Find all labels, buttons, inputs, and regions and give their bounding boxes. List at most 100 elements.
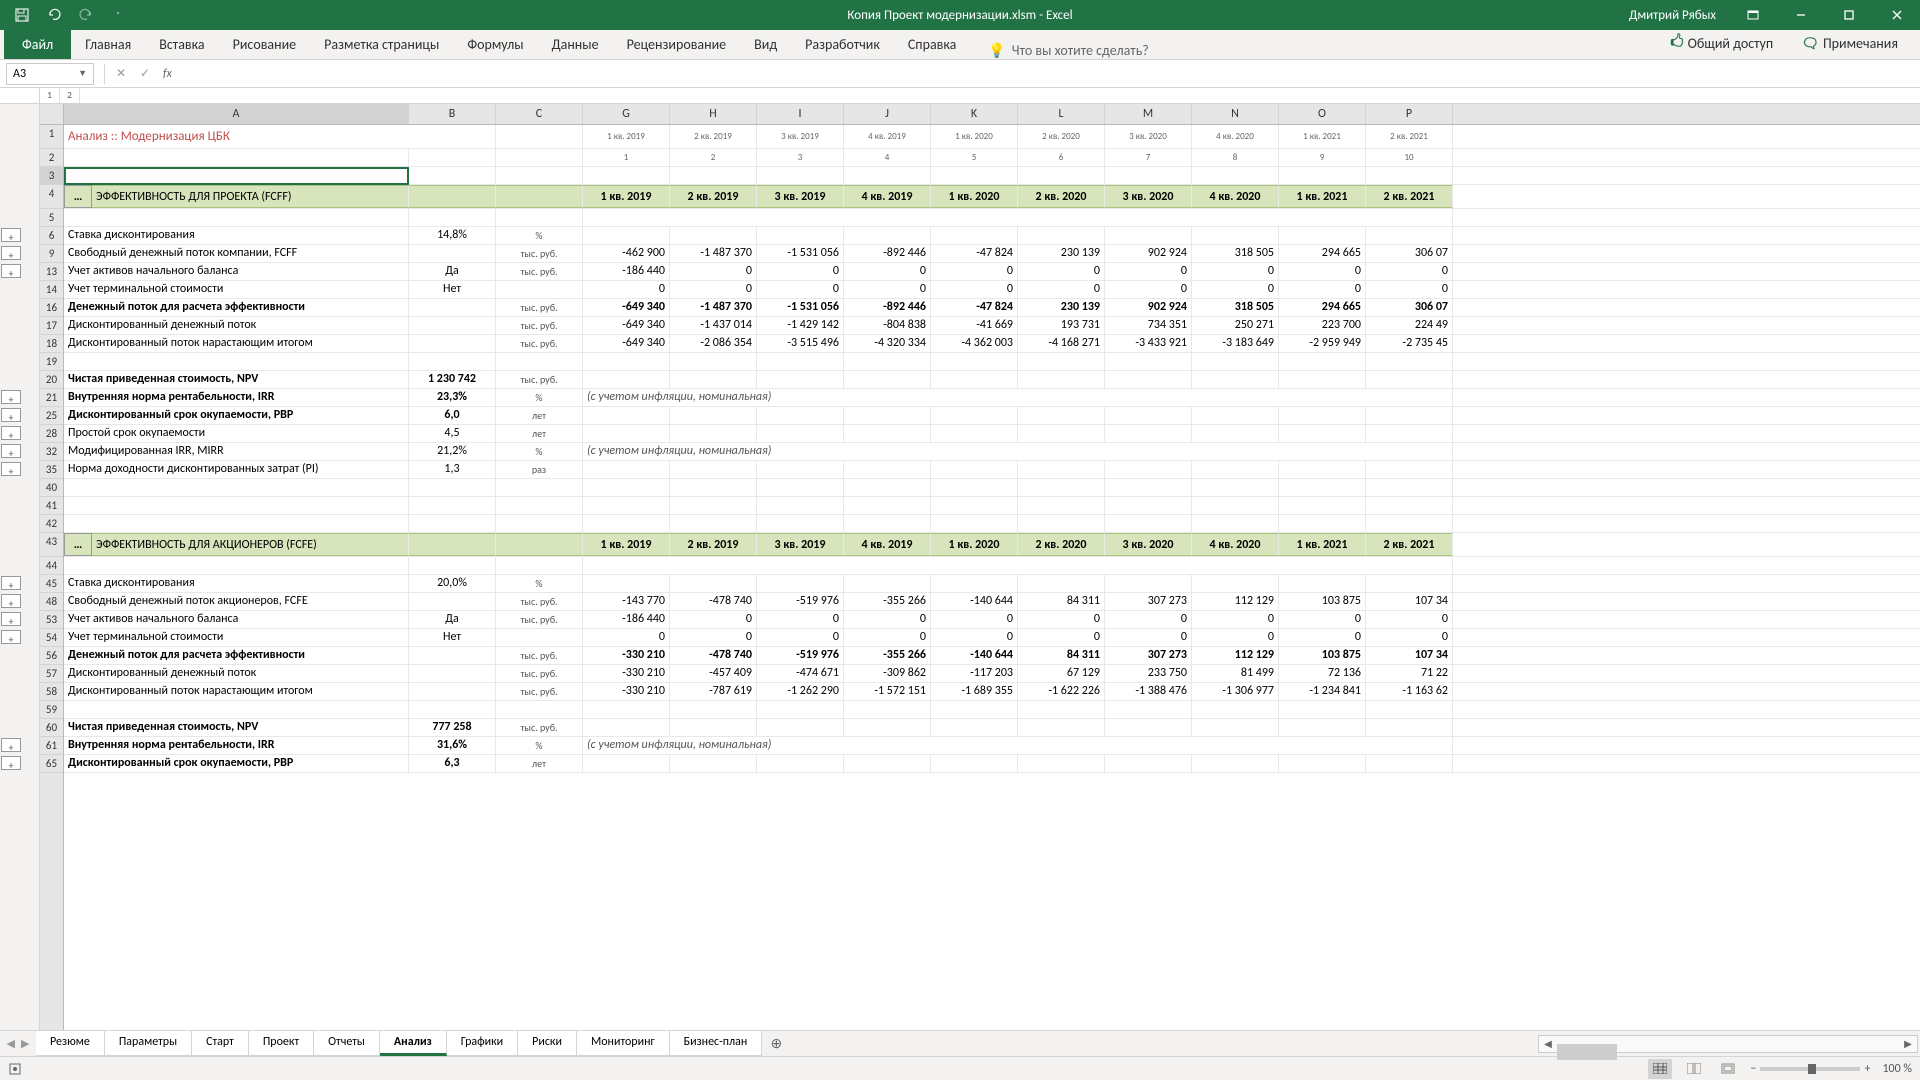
- cell[interactable]: [1192, 227, 1279, 244]
- cell-unit[interactable]: тыс. руб.: [496, 611, 583, 628]
- col-header-O[interactable]: O: [1279, 104, 1366, 124]
- doc-title[interactable]: Анализ :: Модернизация ЦБК: [64, 125, 409, 148]
- cell-note[interactable]: (с учетом инфляции, номинальная): [583, 443, 1453, 460]
- cell[interactable]: [1279, 425, 1366, 442]
- cell-data[interactable]: -3 515 496: [757, 335, 844, 352]
- row-header[interactable]: 43: [40, 533, 63, 557]
- period-number[interactable]: 9: [1279, 149, 1366, 166]
- cell-data[interactable]: 307 273: [1105, 593, 1192, 610]
- cell-data[interactable]: -1 163 62: [1366, 683, 1453, 700]
- col-header-N[interactable]: N: [1192, 104, 1279, 124]
- cell-label[interactable]: Норма доходности дисконтированных затрат…: [64, 461, 409, 478]
- period-header[interactable]: 3 кв. 2020: [1105, 125, 1192, 148]
- cell[interactable]: [583, 557, 1453, 574]
- cell[interactable]: [583, 371, 670, 388]
- cell-data[interactable]: -330 210: [583, 683, 670, 700]
- cell[interactable]: [844, 461, 931, 478]
- section-title[interactable]: ЭФФЕКТИВНОСТЬ ДЛЯ ПРОЕКТА (FCFF): [92, 185, 409, 208]
- cell-label[interactable]: Учет активов начального баланса: [64, 611, 409, 628]
- cell-data[interactable]: 103 875: [1279, 647, 1366, 664]
- cell[interactable]: [757, 371, 844, 388]
- cell-data[interactable]: -787 619: [670, 683, 757, 700]
- cell-data[interactable]: -474 671: [757, 665, 844, 682]
- section-period[interactable]: 1 кв. 2020: [931, 185, 1018, 208]
- cell-data[interactable]: 0: [1018, 263, 1105, 280]
- cell-data[interactable]: 112 129: [1192, 593, 1279, 610]
- cell[interactable]: [64, 209, 409, 226]
- cell[interactable]: [583, 497, 670, 514]
- period-number[interactable]: 7: [1105, 149, 1192, 166]
- cell-data[interactable]: 67 129: [1018, 665, 1105, 682]
- cell[interactable]: [1366, 497, 1453, 514]
- view-page-layout-button[interactable]: [1682, 1059, 1706, 1079]
- row-header[interactable]: 45: [40, 575, 63, 593]
- cell-data[interactable]: 84 311: [1018, 593, 1105, 610]
- cell-unit[interactable]: тыс. руб.: [496, 683, 583, 700]
- tell-me-search[interactable]: 💡 Что вы хотите сделать?: [988, 42, 1148, 59]
- cell-data[interactable]: 0: [1366, 629, 1453, 646]
- cell[interactable]: [583, 515, 670, 532]
- outline-expand[interactable]: +: [1, 426, 21, 440]
- cell-data[interactable]: 112 129: [1192, 647, 1279, 664]
- outline-expand[interactable]: +: [1, 390, 21, 404]
- redo-button[interactable]: [72, 1, 100, 29]
- cell-data[interactable]: 0: [1192, 281, 1279, 298]
- section-title[interactable]: ЭФФЕКТИВНОСТЬ ДЛЯ АКЦИОНЕРОВ (FCFE): [92, 533, 409, 556]
- cell-data[interactable]: 107 34: [1366, 647, 1453, 664]
- cell[interactable]: [1279, 701, 1366, 718]
- cell[interactable]: [670, 407, 757, 424]
- row-header[interactable]: 17: [40, 317, 63, 335]
- cell-data[interactable]: 294 665: [1279, 245, 1366, 262]
- cell-unit[interactable]: тыс. руб.: [496, 317, 583, 334]
- section-period[interactable]: 2 кв. 2020: [1018, 533, 1105, 556]
- cell-unit[interactable]: %: [496, 389, 583, 406]
- cell[interactable]: [583, 227, 670, 244]
- outline-expand[interactable]: +: [1, 594, 21, 608]
- cell[interactable]: [409, 125, 496, 148]
- cell-data[interactable]: -1 437 014: [670, 317, 757, 334]
- cell[interactable]: [1018, 479, 1105, 496]
- cell[interactable]: [757, 425, 844, 442]
- cell-data[interactable]: -1 689 355: [931, 683, 1018, 700]
- cell-unit[interactable]: тыс. руб.: [496, 263, 583, 280]
- outline-expand[interactable]: +: [1, 738, 21, 752]
- cell[interactable]: [1279, 227, 1366, 244]
- cell-value[interactable]: 31,6%: [409, 737, 496, 754]
- cell[interactable]: [757, 515, 844, 532]
- cell-label[interactable]: Свободный денежный поток компании, FCFF: [64, 245, 409, 262]
- row-header[interactable]: 1: [40, 125, 63, 149]
- minimize-button[interactable]: [1778, 0, 1824, 30]
- user-name[interactable]: Дмитрий Рябых: [1617, 8, 1728, 23]
- section-period[interactable]: 4 кв. 2020: [1192, 185, 1279, 208]
- period-number[interactable]: 1: [583, 149, 670, 166]
- cell-value[interactable]: [409, 353, 496, 370]
- cell-data[interactable]: 307 273: [1105, 647, 1192, 664]
- cell-note[interactable]: (с учетом инфляции, номинальная): [583, 737, 1453, 754]
- cell-data[interactable]: -649 340: [583, 299, 670, 316]
- cell-data[interactable]: -330 210: [583, 665, 670, 682]
- cell[interactable]: [844, 425, 931, 442]
- row-header[interactable]: 44: [40, 557, 63, 575]
- comments-button[interactable]: 🗨Примечания: [1791, 27, 1908, 59]
- cell-unit[interactable]: [496, 701, 583, 718]
- cell[interactable]: [496, 533, 583, 556]
- cell-value[interactable]: [409, 665, 496, 682]
- section-toggle[interactable]: …: [64, 533, 92, 556]
- cell-data[interactable]: -117 203: [931, 665, 1018, 682]
- sheet-tab-Резюме[interactable]: Резюме: [36, 1031, 105, 1056]
- cell[interactable]: [1192, 353, 1279, 370]
- cell-unit[interactable]: лет: [496, 407, 583, 424]
- cell-data[interactable]: 0: [1018, 281, 1105, 298]
- cell[interactable]: [1279, 575, 1366, 592]
- cell-data[interactable]: 0: [670, 611, 757, 628]
- cell[interactable]: [1279, 353, 1366, 370]
- cell[interactable]: [583, 701, 670, 718]
- cell-unit[interactable]: %: [496, 443, 583, 460]
- cell[interactable]: [1018, 461, 1105, 478]
- cell-label[interactable]: Дисконтированный поток нарастающим итого…: [64, 683, 409, 700]
- cell[interactable]: [1192, 167, 1279, 184]
- cell[interactable]: [583, 479, 670, 496]
- cell[interactable]: [496, 167, 583, 184]
- cell-data[interactable]: 902 924: [1105, 299, 1192, 316]
- cell[interactable]: [1018, 755, 1105, 772]
